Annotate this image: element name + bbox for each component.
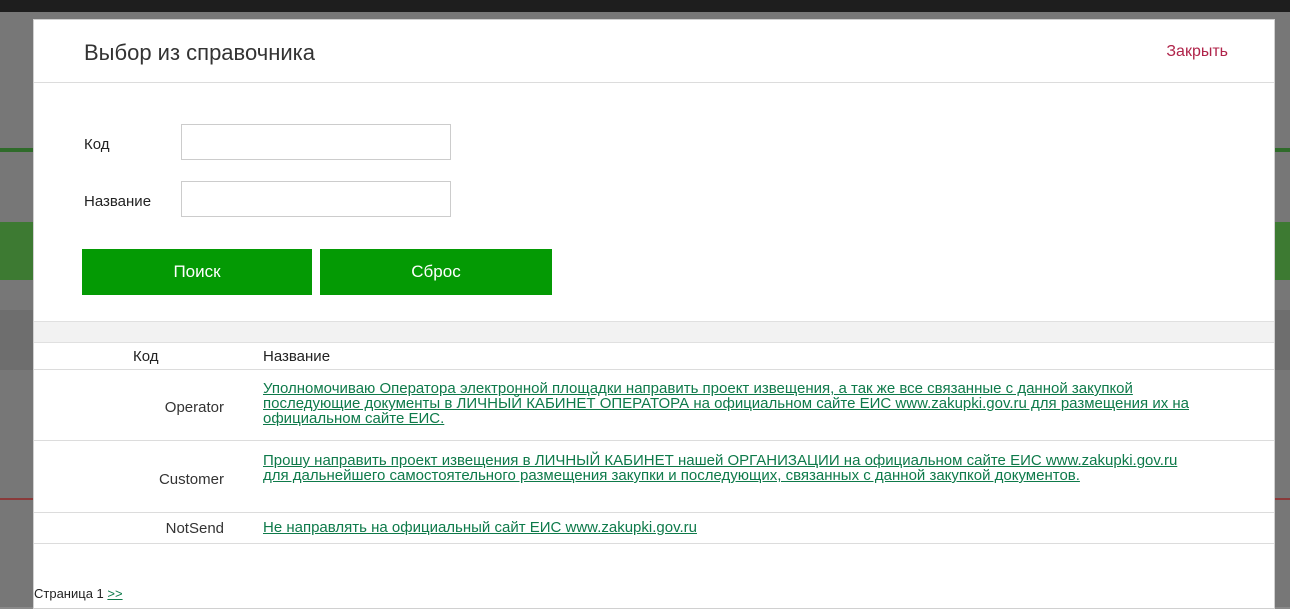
background-topbar <box>0 0 1290 12</box>
results-table: Код Название Operator Уполномочиваю Опер… <box>34 342 1274 544</box>
row-name-link[interactable]: Не направлять на официальный сайт ЕИС ww… <box>263 519 697 536</box>
pagination: Страница 1 >> <box>34 586 123 601</box>
next-page-link[interactable]: >> <box>107 586 122 601</box>
name-input[interactable] <box>181 181 451 217</box>
table-header-row: Код Название <box>34 342 1274 370</box>
row-name-link[interactable]: Прошу направить проект извещения в ЛИЧНЫ… <box>263 452 1177 484</box>
reset-button[interactable]: Сброс <box>320 249 552 295</box>
row-code: Customer <box>158 471 224 488</box>
row-name: Уполномочиваю Оператора электронной площ… <box>263 381 1203 426</box>
search-button[interactable]: Поиск <box>82 249 312 295</box>
row-code: NotSend <box>165 520 224 537</box>
code-label: Код <box>84 136 110 153</box>
page-indicator: Страница 1 <box>34 586 104 601</box>
row-name: Не направлять на официальный сайт ЕИС ww… <box>263 520 1203 535</box>
row-code: Operator <box>164 399 224 416</box>
column-header-code: Код <box>133 348 159 365</box>
results-separator <box>34 321 1274 343</box>
code-input[interactable] <box>181 124 451 160</box>
row-name-link[interactable]: Уполномочиваю Оператора электронной площ… <box>263 380 1189 427</box>
close-link[interactable]: Закрыть <box>1166 43 1228 61</box>
table-row[interactable]: NotSend Не направлять на официальный сай… <box>34 513 1274 544</box>
name-label: Название <box>84 193 152 210</box>
modal-title: Выбор из справочника <box>84 40 315 65</box>
row-name: Прошу направить проект извещения в ЛИЧНЫ… <box>263 453 1203 483</box>
column-header-name: Название <box>263 348 331 365</box>
reference-selection-modal: Выбор из справочника Закрыть Код Названи… <box>33 19 1275 609</box>
table-row[interactable]: Operator Уполномочиваю Оператора электро… <box>34 370 1274 441</box>
table-row[interactable]: Customer Прошу направить проект извещени… <box>34 441 1274 513</box>
modal-header: Выбор из справочника Закрыть <box>34 20 1274 83</box>
